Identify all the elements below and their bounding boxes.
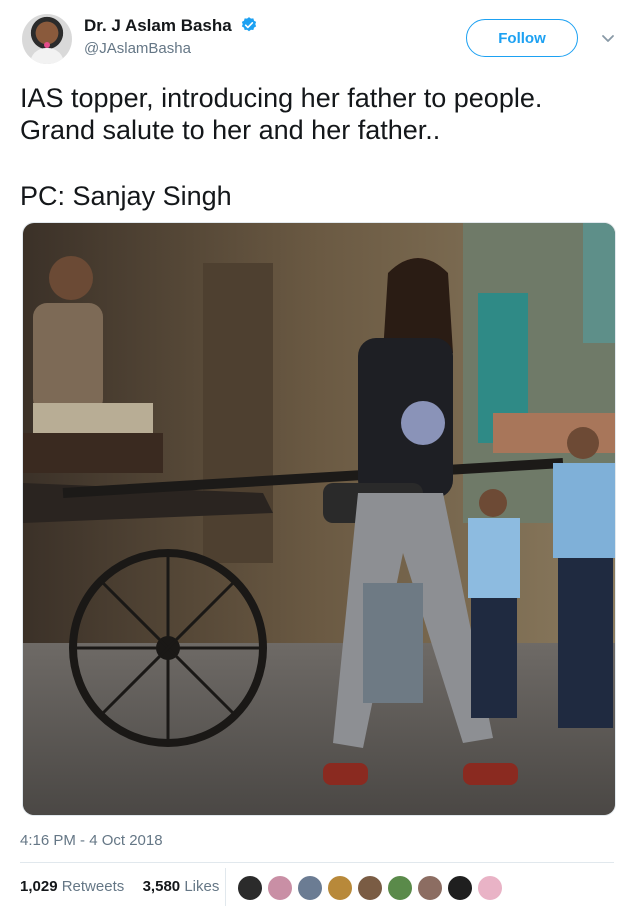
retweets-stat[interactable]: 1,029 Retweets	[20, 878, 124, 895]
tweet-timestamp[interactable]: 4:16 PM - 4 Oct 2018	[20, 832, 163, 849]
street-scene-image	[23, 223, 615, 815]
divider	[20, 862, 614, 863]
tweet-photo[interactable]	[22, 222, 616, 816]
tweet-photo-credit: PC: Sanjay Singh	[20, 181, 232, 211]
liker-avatar[interactable]	[386, 874, 414, 902]
avatar[interactable]	[22, 14, 72, 64]
tweet-text: IAS topper, introducing her father to pe…	[20, 83, 543, 145]
likes-count: 3,580	[142, 878, 181, 895]
tweet-stats: 1,029 Retweets 3,580 Likes	[20, 878, 219, 895]
chevron-down-icon[interactable]	[598, 28, 618, 48]
follow-button[interactable]: Follow	[466, 19, 578, 57]
display-name[interactable]: Dr. J Aslam Basha	[84, 16, 232, 36]
author-block: Dr. J Aslam Basha @JAslamBasha	[84, 16, 258, 57]
retweets-count: 1,029	[20, 878, 58, 895]
liker-avatar[interactable]	[326, 874, 354, 902]
liker-avatar[interactable]	[446, 874, 474, 902]
liker-avatar[interactable]	[476, 874, 504, 902]
avatar-shirt	[30, 48, 64, 64]
handle[interactable]: @JAslamBasha	[84, 40, 258, 57]
tweet-header: Dr. J Aslam Basha @JAslamBasha Follow	[20, 14, 620, 64]
verified-badge-icon	[242, 17, 257, 32]
likes-label: Likes	[184, 878, 220, 895]
liker-avatar[interactable]	[266, 874, 294, 902]
avatar-tilak	[44, 42, 50, 48]
liker-avatar[interactable]	[296, 874, 324, 902]
likes-stat[interactable]: 3,580 Likes	[143, 878, 220, 895]
stats-separator	[225, 868, 226, 906]
liker-avatar[interactable]	[236, 874, 264, 902]
liker-avatar[interactable]	[416, 874, 444, 902]
retweets-label: Retweets	[61, 878, 125, 895]
liker-avatar[interactable]	[356, 874, 384, 902]
